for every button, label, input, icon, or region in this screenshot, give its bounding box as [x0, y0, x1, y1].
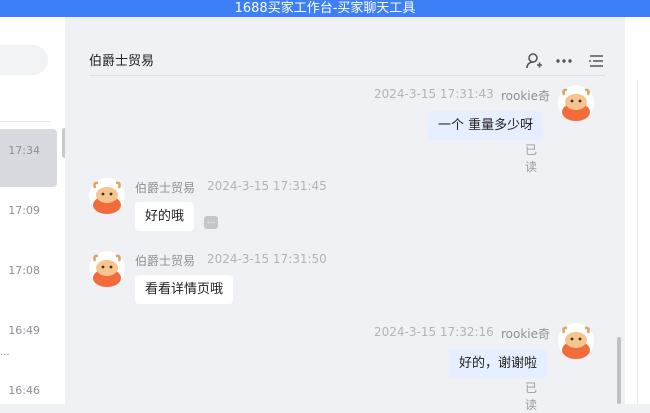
read-status: 已读	[525, 143, 538, 174]
message-time: 2024-3-15 17:32:16	[374, 325, 494, 339]
read-status: 已读	[525, 381, 538, 412]
message-sender: rookie奇	[501, 327, 551, 341]
session-item-time: 17:08	[8, 264, 40, 277]
message-sender: 伯爵士贸易	[135, 181, 196, 195]
message-bubble[interactable]: 好的哦	[135, 202, 195, 231]
message-sender: rookie奇	[501, 89, 551, 103]
session-list-divider	[0, 121, 50, 122]
chat-header: 伯爵士贸易	[89, 17, 605, 76]
window-title-bar: 1688买家工作台-买家聊天工具	[0, 0, 650, 17]
message-bubble[interactable]: 看看详情页哦	[135, 275, 234, 304]
session-item-selected[interactable]	[0, 129, 57, 187]
message-bubble[interactable]: 好的，谢谢啦	[449, 349, 548, 378]
session-list-panel: 17:34 17:09 17:08 16:49 16:46 ...	[0, 17, 65, 404]
chat-scrollbar[interactable]	[617, 337, 621, 404]
chat-panel: 伯爵士贸易 2024-3-15 17:31:43 rookie奇 一个 重量多少…	[71, 17, 625, 412]
chat-title: 伯爵士贸易	[89, 54, 155, 69]
right-panel-divider	[637, 80, 638, 404]
session-item-time: 16:49	[8, 324, 40, 337]
session-item-time: 16:46	[8, 384, 40, 397]
session-item-time: 17:34	[8, 144, 40, 157]
session-search-input[interactable]	[0, 45, 48, 75]
avatar[interactable]	[89, 251, 125, 287]
more-icon[interactable]	[555, 52, 573, 70]
message-more-button[interactable]: ...	[204, 216, 218, 229]
window-title: 1688买家工作台-买家聊天工具	[234, 1, 416, 16]
message-bubble[interactable]: 一个 重量多少呀	[428, 111, 544, 140]
message-time: 2024-3-15 17:31:43	[374, 87, 494, 101]
message-time: 2024-3-15 17:31:50	[207, 252, 327, 266]
message-time: 2024-3-15 17:31:45	[207, 179, 327, 193]
avatar[interactable]	[558, 323, 594, 359]
menu-icon[interactable]	[587, 52, 605, 70]
avatar[interactable]	[558, 85, 594, 121]
avatar[interactable]	[89, 178, 125, 214]
session-item-time: 17:09	[8, 204, 40, 217]
add-user-icon[interactable]	[525, 52, 543, 70]
session-item-preview-ellipsis: ...	[0, 347, 10, 358]
session-list-scrollbar[interactable]	[62, 128, 65, 158]
message-sender: 伯爵士贸易	[135, 254, 196, 268]
